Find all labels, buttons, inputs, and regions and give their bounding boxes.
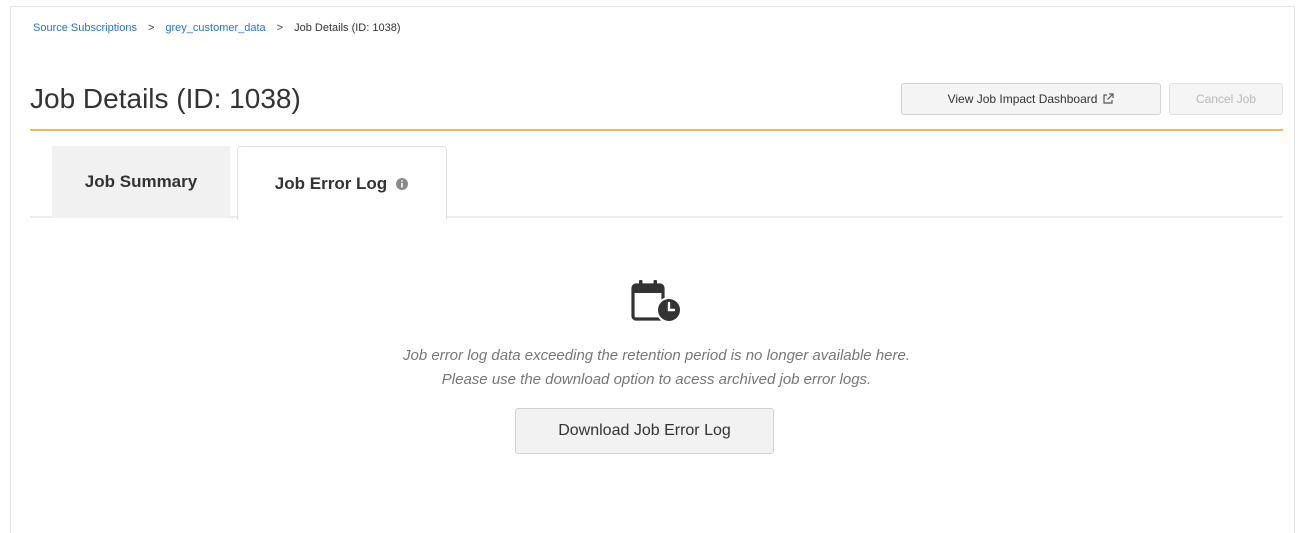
tab-job-error-log-label: Job Error Log: [274, 173, 388, 193]
tab-job-summary-label: Job Summary: [84, 172, 198, 191]
empty-state-message-line-2: Please use the download option to acess …: [441, 371, 872, 388]
breadcrumb-current: Job Details (ID: 1038): [294, 22, 401, 34]
empty-state-message-line-1: Job error log data exceeding the retenti…: [403, 347, 910, 364]
breadcrumb-link-source-subscriptions[interactable]: Source Subscriptions: [33, 22, 137, 34]
page-title: Job Details (ID: 1038): [30, 83, 301, 114]
breadcrumb-link-grey-customer-data[interactable]: grey_customer_data: [165, 22, 265, 34]
header-divider: [30, 129, 1283, 131]
breadcrumb-separator: >: [147, 22, 155, 34]
tab-job-summary[interactable]: Job Summary: [52, 146, 230, 218]
breadcrumb-separator: >: [276, 22, 284, 34]
info-icon[interactable]: [395, 177, 409, 191]
view-job-impact-dashboard-label: View Job Impact Dashboard: [947, 92, 1098, 106]
cancel-job-button[interactable]: Cancel Job: [1169, 83, 1283, 115]
calendar-clock-icon: [631, 278, 685, 326]
tab-job-error-log[interactable]: Job Error Log: [237, 146, 447, 220]
breadcrumb: Source Subscriptions > grey_customer_dat…: [33, 20, 401, 36]
external-link-icon: [1102, 93, 1115, 105]
download-job-error-log-button[interactable]: Download Job Error Log: [515, 408, 774, 454]
view-job-impact-dashboard-button[interactable]: View Job Impact Dashboard: [901, 83, 1161, 115]
